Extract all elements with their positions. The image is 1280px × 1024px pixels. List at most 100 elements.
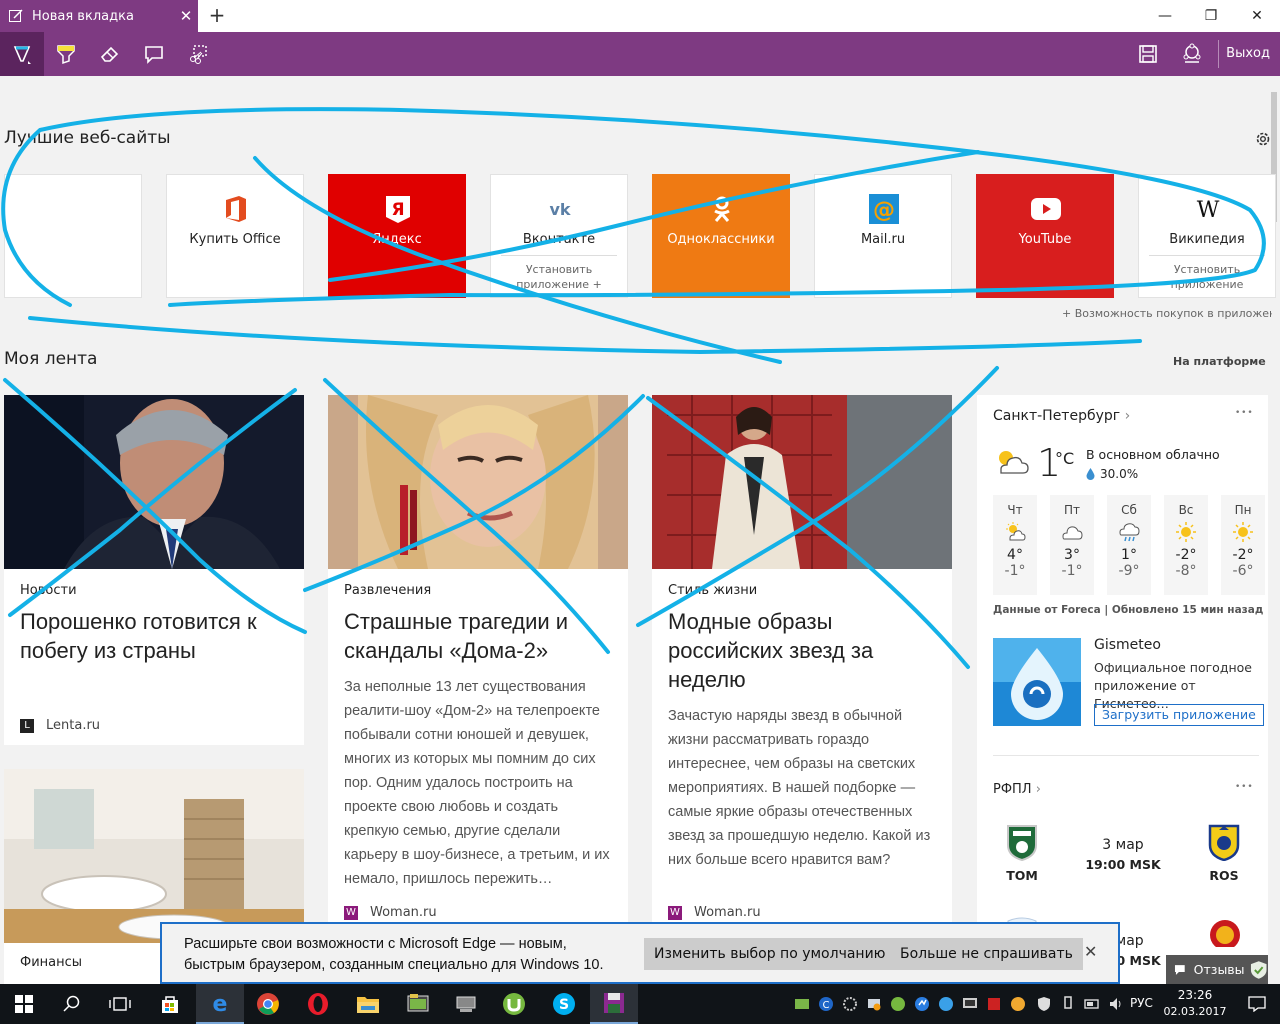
note-tool-button[interactable] — [132, 32, 176, 76]
yandex-logo-icon: Я — [386, 196, 410, 223]
top-site-tile-yandex[interactable]: Я Яндекс — [328, 174, 466, 298]
tray-shield-icon[interactable] — [1036, 996, 1052, 1012]
start-button[interactable] — [0, 984, 48, 1024]
more-options-icon[interactable]: • • • — [1235, 782, 1253, 792]
search-button[interactable] — [48, 984, 96, 1024]
feedback-button[interactable]: Отзывы — [1166, 955, 1268, 984]
news-category[interactable]: Развлечения — [344, 583, 431, 598]
dont-ask-again-button[interactable]: Больше не спрашивать — [890, 938, 1083, 970]
pen-tool-button[interactable] — [0, 32, 44, 76]
tray-monitor-icon[interactable] — [962, 996, 978, 1012]
news-card[interactable]: Развлечения Страшные трагедии и скандалы… — [328, 395, 628, 925]
tray-usb-icon[interactable] — [1060, 996, 1076, 1012]
news-source[interactable]: W Woman.ru — [668, 905, 761, 920]
taskbar-chrome[interactable] — [244, 984, 292, 1024]
share-button[interactable] — [1170, 32, 1214, 76]
sunny-icon — [1176, 522, 1196, 542]
task-view-icon — [109, 997, 131, 1011]
tile-install-app-link[interactable]: Установить приложение — [1149, 255, 1265, 292]
weather-city: Санкт-Петербург — [993, 408, 1121, 424]
news-card[interactable]: Новости Порошенко готовится к побегу из … — [4, 395, 304, 745]
action-center-button[interactable] — [1234, 984, 1280, 1024]
top-site-tile-youtube[interactable]: YouTube — [976, 174, 1114, 298]
taskbar-edge[interactable]: e — [196, 984, 244, 1024]
top-site-tile-wikipedia[interactable]: W Википедия Установить приложение — [1138, 174, 1276, 298]
forecast-day-name: Пн — [1234, 503, 1252, 517]
top-site-tile-empty[interactable] — [4, 174, 142, 298]
news-source[interactable]: L Lenta.ru — [20, 718, 100, 733]
forecast-day[interactable]: Вс -2° -8° — [1164, 495, 1208, 595]
tab-close-icon[interactable]: ✕ — [174, 7, 198, 25]
maximize-button[interactable]: ❐ — [1188, 0, 1234, 32]
input-language[interactable]: РУС — [1130, 996, 1153, 1010]
tray-bluetooth-icon[interactable] — [938, 996, 954, 1012]
exit-button[interactable]: Выход — [1226, 32, 1270, 76]
tray-battery-icon[interactable] — [1084, 996, 1100, 1012]
minimize-button[interactable]: — — [1142, 0, 1188, 32]
banner-close-icon[interactable]: ✕ — [1084, 942, 1097, 961]
highlighter-tool-button[interactable] — [44, 32, 88, 76]
taskbar-opera[interactable] — [294, 984, 342, 1024]
tray-download-icon[interactable] — [914, 996, 930, 1012]
tray-app-icon[interactable] — [794, 996, 810, 1012]
app-window-icon — [407, 994, 429, 1012]
gismeteo-app-icon[interactable] — [993, 638, 1081, 726]
tray-network-icon[interactable] — [866, 996, 882, 1012]
forecast-day[interactable]: Пн -2° -6° — [1221, 495, 1265, 595]
tab-new-tab[interactable]: Новая вкладка ✕ — [0, 0, 198, 32]
top-site-tile-vk[interactable]: vk Вконтакте Установить приложение + — [490, 174, 628, 298]
league-link[interactable]: РФПЛ › — [993, 782, 1041, 797]
taskbar-file-explorer[interactable] — [344, 984, 392, 1024]
forecast-day[interactable]: Сб 1° -9° — [1107, 495, 1151, 595]
download-app-button[interactable]: Загрузить приложение — [1094, 704, 1264, 726]
news-headline[interactable]: Модные образы российских звезд за неделю — [668, 607, 888, 694]
tray-app2-icon[interactable] — [986, 996, 1002, 1012]
clock-time[interactable]: 23:26 — [1166, 988, 1224, 1002]
news-card[interactable]: Стиль жизни Модные образы российских зве… — [652, 395, 952, 925]
top-site-tile-odnoklassniki[interactable]: Одноклассники — [652, 174, 790, 298]
woman-ru-logo-icon: W — [668, 905, 682, 920]
more-options-icon[interactable]: • • • — [1235, 408, 1253, 418]
clock-date[interactable]: 02.03.2017 — [1162, 1005, 1228, 1018]
home-team[interactable]: ТОМ — [1005, 868, 1039, 883]
eraser-tool-button[interactable] — [88, 32, 132, 76]
taskbar-skype[interactable]: S — [540, 984, 588, 1024]
gear-icon[interactable] — [1254, 130, 1272, 148]
top-site-tile-office[interactable]: Купить Office — [166, 174, 304, 298]
taskbar-app-active[interactable] — [590, 984, 638, 1024]
tile-install-app-link[interactable]: Установить приложение + — [501, 255, 617, 292]
taskbar-network-app[interactable] — [442, 984, 490, 1024]
news-category[interactable]: Новости — [20, 583, 77, 598]
task-view-button[interactable] — [96, 984, 144, 1024]
news-category[interactable]: Стиль жизни — [668, 583, 757, 598]
tray-settings-icon[interactable] — [842, 996, 858, 1012]
highlighter-icon — [57, 45, 75, 65]
save-button[interactable] — [1126, 32, 1170, 76]
top-site-tile-mailru[interactable]: @ Mail.ru — [814, 174, 952, 298]
app-name[interactable]: Gismeteo — [1094, 637, 1161, 653]
change-default-button[interactable]: Изменить выбор по умолчанию — [644, 938, 896, 970]
forecast-day-name: Пт — [1063, 503, 1080, 517]
weather-city-link[interactable]: Санкт-Петербург › — [993, 408, 1130, 424]
news-category[interactable]: Финансы — [20, 955, 82, 970]
away-team[interactable]: ROS — [1207, 868, 1241, 883]
taskbar-utorrent[interactable] — [490, 984, 538, 1024]
odnoklassniki-logo-icon — [714, 196, 730, 222]
news-headline[interactable]: Порошенко готовится к побегу из страны — [20, 607, 290, 665]
news-headline[interactable]: Страшные трагедии и скандалы «Дома-2» — [344, 607, 614, 665]
taskbar-app[interactable] — [394, 984, 442, 1024]
tray-volume-icon[interactable] — [1108, 996, 1124, 1012]
close-button[interactable]: ✕ — [1234, 0, 1280, 32]
comment-icon — [145, 46, 163, 64]
news-source[interactable]: W Woman.ru — [344, 905, 437, 920]
youtube-logo-icon — [1031, 198, 1061, 220]
forecast-day[interactable]: Пт 3° -1° — [1050, 495, 1094, 595]
taskbar-store[interactable] — [146, 984, 194, 1024]
new-tab-button[interactable]: + — [204, 4, 230, 28]
tray-utorrent-icon[interactable] — [890, 996, 906, 1012]
clip-tool-button[interactable] — [176, 32, 220, 76]
tray-sync-icon[interactable]: C — [818, 996, 834, 1012]
tray-coin-icon[interactable] — [1010, 996, 1026, 1012]
temperature-unit[interactable]: °C — [1055, 449, 1074, 468]
forecast-day[interactable]: Чт 4° -1° — [993, 495, 1037, 595]
